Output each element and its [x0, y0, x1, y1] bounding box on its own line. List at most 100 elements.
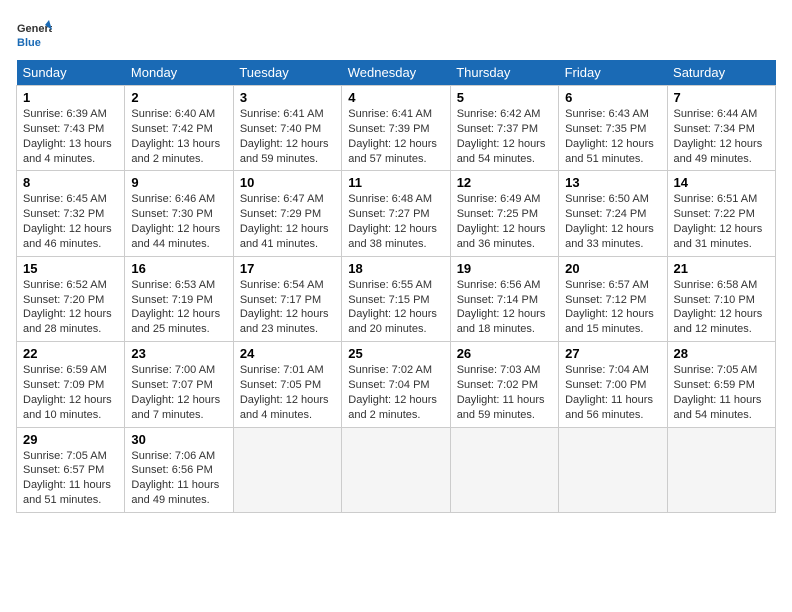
day-number: 7 — [674, 90, 769, 105]
weekday-header-thursday: Thursday — [450, 60, 558, 86]
calendar-week-3: 15Sunrise: 6:52 AMSunset: 7:20 PMDayligh… — [17, 256, 776, 341]
calendar-cell: 11 Sunrise: 6:48 AMSunset: 7:27 PMDayligh… — [342, 171, 450, 256]
cell-content: Sunrise: 7:00 AMSunset: 7:07 PMDaylight:… — [131, 363, 226, 422]
day-number: 6 — [565, 90, 660, 105]
calendar-cell: 17 Sunrise: 6:54 AMSunset: 7:17 PMDayligh… — [233, 256, 341, 341]
calendar-cell: 29 Sunrise: 7:05 AMSunset: 6:57 PMDayligh… — [17, 427, 125, 512]
cell-content: Sunrise: 7:05 AMSunset: 6:57 PMDaylight:… — [23, 449, 118, 508]
calendar-cell: 4 Sunrise: 6:41 AMSunset: 7:39 PMDaylight… — [342, 86, 450, 171]
cell-content: Sunrise: 7:04 AMSunset: 7:00 PMDaylight:… — [565, 363, 660, 422]
page-header: General Blue — [16, 16, 776, 52]
calendar-cell: 23Sunrise: 7:00 AMSunset: 7:07 PMDayligh… — [125, 342, 233, 427]
day-number: 21 — [674, 261, 769, 276]
day-number: 20 — [565, 261, 660, 276]
logo-svg: General Blue — [16, 16, 52, 52]
day-number: 17 — [240, 261, 335, 276]
calendar-cell: 18 Sunrise: 6:55 AMSunset: 7:15 PMDayligh… — [342, 256, 450, 341]
calendar-cell: 19 Sunrise: 6:56 AMSunset: 7:14 PMDayligh… — [450, 256, 558, 341]
day-number: 28 — [674, 346, 769, 361]
cell-content: Sunrise: 6:56 AMSunset: 7:14 PMDaylight:… — [457, 278, 552, 337]
calendar-week-4: 22 Sunrise: 6:59 AMSunset: 7:09 PMDayligh… — [17, 342, 776, 427]
cell-content: Sunrise: 6:49 AMSunset: 7:25 PMDaylight:… — [457, 192, 552, 251]
cell-content: Sunrise: 7:03 AMSunset: 7:02 PMDaylight:… — [457, 363, 552, 422]
calendar-cell: 15Sunrise: 6:52 AMSunset: 7:20 PMDayligh… — [17, 256, 125, 341]
weekday-header-sunday: Sunday — [17, 60, 125, 86]
day-number: 2 — [131, 90, 226, 105]
cell-content: Sunrise: 7:02 AMSunset: 7:04 PMDaylight:… — [348, 363, 443, 422]
day-number: 8 — [23, 175, 118, 190]
cell-content: Sunrise: 6:51 AMSunset: 7:22 PMDaylight:… — [674, 192, 769, 251]
calendar-week-5: 29 Sunrise: 7:05 AMSunset: 6:57 PMDayligh… — [17, 427, 776, 512]
day-number: 18 — [348, 261, 443, 276]
cell-content: Sunrise: 7:01 AMSunset: 7:05 PMDaylight:… — [240, 363, 335, 422]
cell-content: Sunrise: 6:57 AMSunset: 7:12 PMDaylight:… — [565, 278, 660, 337]
calendar-cell: 21Sunrise: 6:58 AMSunset: 7:10 PMDayligh… — [667, 256, 775, 341]
weekday-header-wednesday: Wednesday — [342, 60, 450, 86]
calendar-cell: 26 Sunrise: 7:03 AMSunset: 7:02 PMDayligh… — [450, 342, 558, 427]
calendar-cell: 20 Sunrise: 6:57 AMSunset: 7:12 PMDayligh… — [559, 256, 667, 341]
day-number: 19 — [457, 261, 552, 276]
calendar-cell: 7Sunrise: 6:44 AMSunset: 7:34 PMDaylight… — [667, 86, 775, 171]
cell-content: Sunrise: 6:59 AMSunset: 7:09 PMDaylight:… — [23, 363, 118, 422]
calendar-cell: 2 Sunrise: 6:40 AMSunset: 7:42 PMDaylight… — [125, 86, 233, 171]
calendar-cell: 1 Sunrise: 6:39 AMSunset: 7:43 PMDaylight… — [17, 86, 125, 171]
calendar-cell: 22 Sunrise: 6:59 AMSunset: 7:09 PMDayligh… — [17, 342, 125, 427]
calendar-cell: 6Sunrise: 6:43 AMSunset: 7:35 PMDaylight… — [559, 86, 667, 171]
calendar-cell — [233, 427, 341, 512]
calendar-cell: 24 Sunrise: 7:01 AMSunset: 7:05 PMDayligh… — [233, 342, 341, 427]
cell-content: Sunrise: 6:39 AMSunset: 7:43 PMDaylight:… — [23, 107, 118, 166]
calendar-cell: 3Sunrise: 6:41 AMSunset: 7:40 PMDaylight… — [233, 86, 341, 171]
cell-content: Sunrise: 6:55 AMSunset: 7:15 PMDaylight:… — [348, 278, 443, 337]
day-number: 26 — [457, 346, 552, 361]
calendar-cell — [559, 427, 667, 512]
cell-content: Sunrise: 6:46 AMSunset: 7:30 PMDaylight:… — [131, 192, 226, 251]
cell-content: Sunrise: 6:52 AMSunset: 7:20 PMDaylight:… — [23, 278, 118, 337]
day-number: 30 — [131, 432, 226, 447]
logo: General Blue — [16, 16, 52, 52]
weekday-header-monday: Monday — [125, 60, 233, 86]
calendar-cell — [342, 427, 450, 512]
day-number: 16 — [131, 261, 226, 276]
day-number: 22 — [23, 346, 118, 361]
day-number: 14 — [674, 175, 769, 190]
cell-content: Sunrise: 6:50 AMSunset: 7:24 PMDaylight:… — [565, 192, 660, 251]
calendar-week-1: 1 Sunrise: 6:39 AMSunset: 7:43 PMDaylight… — [17, 86, 776, 171]
day-number: 24 — [240, 346, 335, 361]
day-number: 27 — [565, 346, 660, 361]
weekday-header-friday: Friday — [559, 60, 667, 86]
cell-content: Sunrise: 6:41 AMSunset: 7:39 PMDaylight:… — [348, 107, 443, 166]
calendar-week-2: 8 Sunrise: 6:45 AMSunset: 7:32 PMDaylight… — [17, 171, 776, 256]
calendar-cell: 28 Sunrise: 7:05 AMSunset: 6:59 PMDayligh… — [667, 342, 775, 427]
calendar-cell: 5Sunrise: 6:42 AMSunset: 7:37 PMDaylight… — [450, 86, 558, 171]
weekday-header-saturday: Saturday — [667, 60, 775, 86]
day-number: 1 — [23, 90, 118, 105]
calendar-cell: 13 Sunrise: 6:50 AMSunset: 7:24 PMDayligh… — [559, 171, 667, 256]
cell-content: Sunrise: 6:45 AMSunset: 7:32 PMDaylight:… — [23, 192, 118, 251]
calendar-cell: 16 Sunrise: 6:53 AMSunset: 7:19 PMDayligh… — [125, 256, 233, 341]
cell-content: Sunrise: 6:48 AMSunset: 7:27 PMDaylight:… — [348, 192, 443, 251]
calendar-cell: 27 Sunrise: 7:04 AMSunset: 7:00 PMDayligh… — [559, 342, 667, 427]
cell-content: Sunrise: 6:40 AMSunset: 7:42 PMDaylight:… — [131, 107, 226, 166]
day-number: 3 — [240, 90, 335, 105]
cell-content: Sunrise: 6:54 AMSunset: 7:17 PMDaylight:… — [240, 278, 335, 337]
calendar-cell: 30 Sunrise: 7:06 AMSunset: 6:56 PMDayligh… — [125, 427, 233, 512]
calendar-cell: 10Sunrise: 6:47 AMSunset: 7:29 PMDayligh… — [233, 171, 341, 256]
cell-content: Sunrise: 6:53 AMSunset: 7:19 PMDaylight:… — [131, 278, 226, 337]
day-number: 13 — [565, 175, 660, 190]
calendar-cell: 25Sunrise: 7:02 AMSunset: 7:04 PMDayligh… — [342, 342, 450, 427]
day-number: 11 — [348, 175, 443, 190]
svg-text:Blue: Blue — [17, 37, 41, 49]
cell-content: Sunrise: 7:06 AMSunset: 6:56 PMDaylight:… — [131, 449, 226, 508]
calendar-cell: 9 Sunrise: 6:46 AMSunset: 7:30 PMDaylight… — [125, 171, 233, 256]
cell-content: Sunrise: 7:05 AMSunset: 6:59 PMDaylight:… — [674, 363, 769, 422]
day-number: 4 — [348, 90, 443, 105]
calendar-cell: 12 Sunrise: 6:49 AMSunset: 7:25 PMDayligh… — [450, 171, 558, 256]
day-number: 29 — [23, 432, 118, 447]
calendar-cell: 14 Sunrise: 6:51 AMSunset: 7:22 PMDayligh… — [667, 171, 775, 256]
cell-content: Sunrise: 6:47 AMSunset: 7:29 PMDaylight:… — [240, 192, 335, 251]
day-number: 9 — [131, 175, 226, 190]
calendar-cell — [667, 427, 775, 512]
weekday-header-tuesday: Tuesday — [233, 60, 341, 86]
day-number: 12 — [457, 175, 552, 190]
cell-content: Sunrise: 6:42 AMSunset: 7:37 PMDaylight:… — [457, 107, 552, 166]
